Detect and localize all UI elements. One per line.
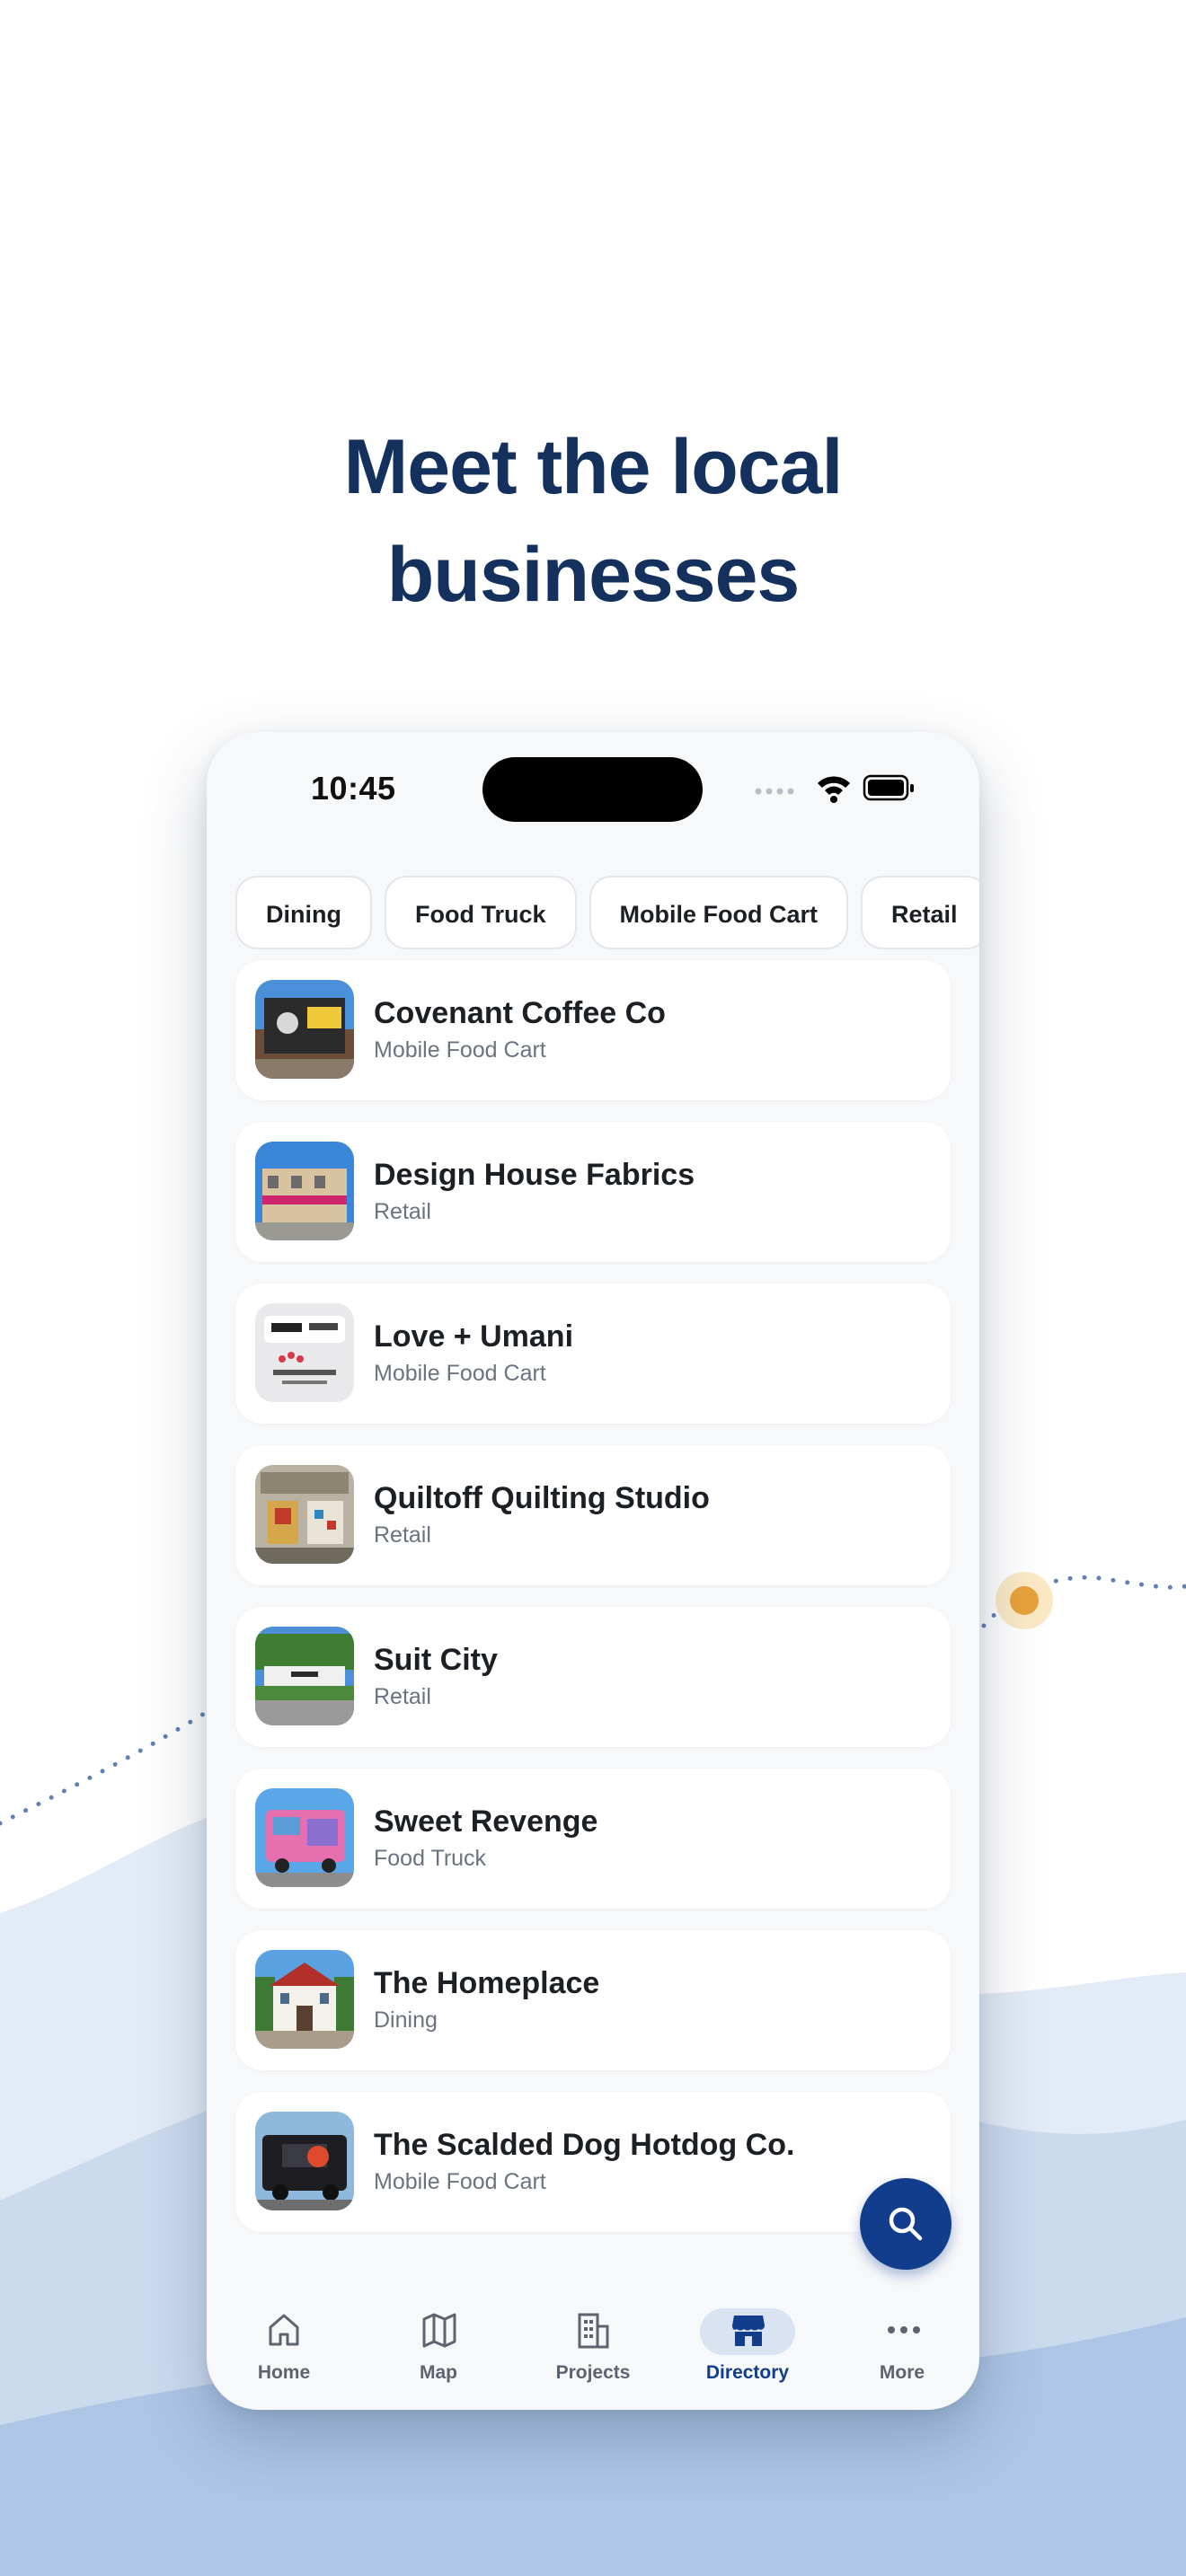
tab-label: Home xyxy=(257,2362,311,2383)
wifi-icon xyxy=(818,776,850,803)
more-icon xyxy=(874,2308,930,2355)
business-name: Design House Fabrics xyxy=(374,1158,695,1192)
business-name: Quiltoff Quilting Studio xyxy=(374,1481,710,1515)
business-name: Suit City xyxy=(374,1643,498,1677)
business-category: Retail xyxy=(374,1199,431,1224)
tab-map[interactable]: Map xyxy=(361,2299,516,2398)
category-filter-bar: Dining Food Truck Mobile Food Cart Retail xyxy=(235,876,979,953)
business-name: Covenant Coffee Co xyxy=(374,996,666,1030)
business-category: Mobile Food Cart xyxy=(374,1037,546,1063)
business-photo xyxy=(255,1627,354,1725)
business-photo xyxy=(255,2112,354,2210)
business-card-love-umani[interactable]: Love + Umani Mobile Food Cart xyxy=(235,1284,951,1424)
home-icon xyxy=(256,2308,312,2355)
bottom-tab-bar: Home Map Projects Directory More xyxy=(207,2299,979,2410)
building-icon xyxy=(565,2308,621,2355)
business-category: Dining xyxy=(374,2007,438,2033)
headline-line-2: businesses xyxy=(386,532,800,618)
business-category: Food Truck xyxy=(374,1846,487,1871)
business-name: Love + Umani xyxy=(374,1319,574,1354)
storefront-icon xyxy=(700,2308,795,2355)
business-photo xyxy=(255,980,354,1079)
business-list: Covenant Coffee Co Mobile Food Cart Desi… xyxy=(235,960,951,2254)
business-card-quiltoff-quilting-studio[interactable]: Quiltoff Quilting Studio Retail xyxy=(235,1445,951,1585)
tab-label: Map xyxy=(420,2362,457,2383)
business-category: Retail xyxy=(374,1522,431,1548)
phone-mockup: 10:45 Dining Food Truck Mobile Food Cart Re… xyxy=(207,732,979,2410)
business-card-the-homeplace[interactable]: The Homeplace Dining xyxy=(235,1930,951,2070)
business-card-covenant-coffee-co[interactable]: Covenant Coffee Co Mobile Food Cart xyxy=(235,960,951,1100)
headline-line-1: Meet the local xyxy=(343,424,844,510)
signal-icon xyxy=(755,788,794,795)
business-photo xyxy=(255,1788,354,1887)
business-category: Retail xyxy=(374,1684,431,1709)
search-icon xyxy=(889,2207,923,2241)
tab-directory[interactable]: Directory xyxy=(670,2299,825,2398)
business-category: Mobile Food Cart xyxy=(374,2169,546,2194)
business-name: Sweet Revenge xyxy=(374,1804,598,1839)
business-photo xyxy=(255,1303,354,1402)
status-icons xyxy=(755,774,914,803)
business-name: The Homeplace xyxy=(374,1966,600,2000)
business-photo xyxy=(255,1950,354,2049)
page-headline: Meet the local businesses xyxy=(0,413,1186,629)
filter-chip-food-truck[interactable]: Food Truck xyxy=(384,876,577,949)
battery-icon xyxy=(863,774,914,801)
tab-more[interactable]: More xyxy=(825,2299,979,2398)
business-card-suit-city[interactable]: Suit City Retail xyxy=(235,1607,951,1747)
business-card-the-scalded-dog-hotdog-co[interactable]: The Scalded Dog Hotdog Co. Mobile Food C… xyxy=(235,2092,951,2232)
tab-projects[interactable]: Projects xyxy=(516,2299,670,2398)
business-card-design-house-fabrics[interactable]: Design House Fabrics Retail xyxy=(235,1122,951,1262)
tab-home[interactable]: Home xyxy=(207,2299,361,2398)
filter-chip-dining[interactable]: Dining xyxy=(235,876,372,949)
status-time: 10:45 xyxy=(311,770,396,807)
business-photo xyxy=(255,1142,354,1240)
tab-label: Directory xyxy=(705,2362,790,2383)
tab-label: Projects xyxy=(555,2362,631,2383)
tab-label: More xyxy=(879,2362,925,2383)
business-photo xyxy=(255,1465,354,1564)
status-bar: 10:45 xyxy=(207,732,979,840)
search-button[interactable] xyxy=(860,2178,951,2270)
dynamic-island xyxy=(482,757,703,822)
business-card-sweet-revenge[interactable]: Sweet Revenge Food Truck xyxy=(235,1769,951,1909)
filter-chip-retail[interactable]: Retail xyxy=(860,876,979,949)
business-category: Mobile Food Cart xyxy=(374,1361,546,1386)
business-name: The Scalded Dog Hotdog Co. xyxy=(374,2128,795,2162)
filter-chip-mobile-food-cart[interactable]: Mobile Food Cart xyxy=(589,876,848,949)
map-icon xyxy=(411,2308,466,2355)
